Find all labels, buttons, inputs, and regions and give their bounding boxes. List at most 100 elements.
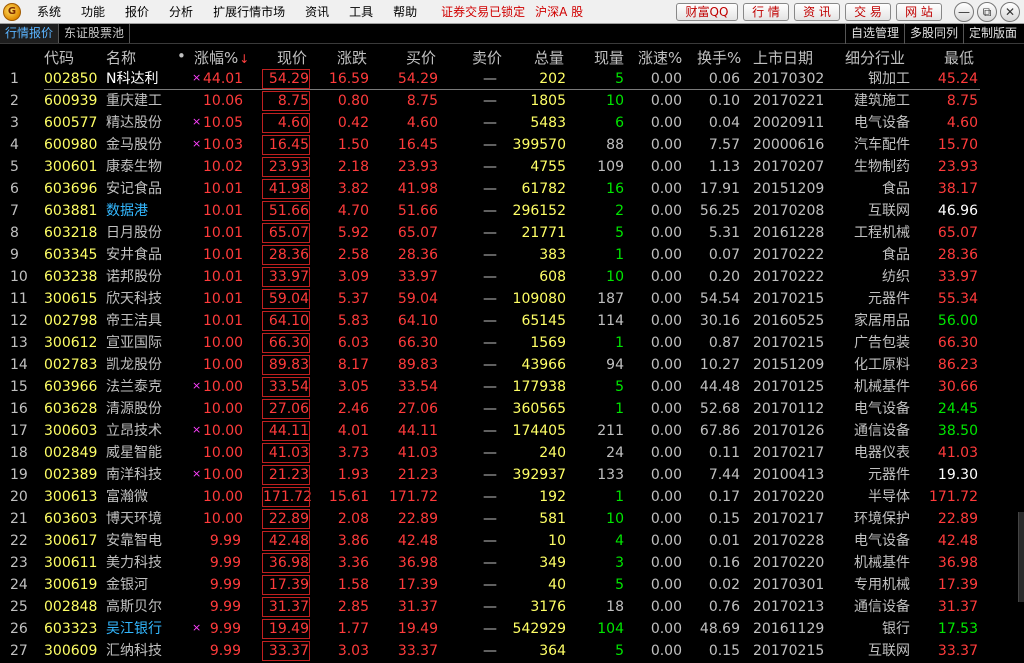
change-speed: 0.00: [650, 225, 682, 241]
news-button[interactable]: 资 讯: [794, 3, 840, 21]
table-row[interactable]: 26 603323 吴江银行 × 9.99 19.49 1.77 19.49 — 542929 10…: [0, 618, 1024, 640]
table-row[interactable]: 3 600577 精达股份 × 10.05 4.60 0.42 4.60 — 5483 6 0.00 0…: [0, 112, 1024, 134]
table-row[interactable]: 22 300617 安靠智电 9.99 42.48 3.86 42.48 — 10 4 0.00 0.…: [0, 530, 1024, 552]
current-volume: 5: [615, 643, 624, 659]
stock-name: 金马股份: [106, 137, 162, 153]
bid-price: 44.11: [397, 423, 438, 439]
trade-lock-status: 证券交易已锁定: [441, 5, 526, 19]
scrollbar[interactable]: [1018, 512, 1024, 602]
table-row[interactable]: 9 603345 安井食品 10.01 28.36 2.58 28.36 — 383 1 0.00 0…: [0, 244, 1024, 266]
tab-quote[interactable]: 行情报价: [0, 24, 60, 43]
table-row[interactable]: 14 002783 凯龙股份 10.00 89.83 8.17 89.83 — 43966 94 0…: [0, 354, 1024, 376]
table-row[interactable]: 24 300619 金银河 9.99 17.39 1.58 17.39 — 40 5 0.00 0.0…: [0, 574, 1024, 596]
table-row[interactable]: 17 300603 立昂技术 × 10.00 44.11 4.01 44.11 — 174405 2…: [0, 420, 1024, 442]
col-name[interactable]: 名称: [106, 47, 136, 68]
table-row[interactable]: 7 603881 数据港 10.01 51.66 4.70 51.66 — 296152 2 0.0…: [0, 200, 1024, 222]
table-row[interactable]: 15 603966 法兰泰克 × 10.00 33.54 3.05 33.54 — 177938 5…: [0, 376, 1024, 398]
listing-date: 20170222: [753, 269, 825, 285]
tab-multi-stock[interactable]: 多股同列: [904, 24, 963, 44]
col-bid[interactable]: 买价: [406, 47, 436, 68]
stock-code: 002389: [44, 467, 98, 483]
table-row[interactable]: 13 300612 宣亚国际 10.00 66.30 6.03 66.30—1569 1 0.0…: [0, 332, 1024, 354]
listing-date: 20170217: [753, 445, 825, 461]
table-row[interactable]: 8 603218 日月股份 10.01 65.07 5.92 65.07 — 21771 5 0.0…: [0, 222, 1024, 244]
table-row[interactable]: 23 300611 美力科技 9.99 36.98 3.36 36.98 — 349 3 0.00 0…: [0, 552, 1024, 574]
col-listing-date[interactable]: 上市日期: [753, 47, 813, 68]
table-row[interactable]: 5 300601 康泰生物 10.02 23.93 2.18 23.93 — 4755 109 0.…: [0, 156, 1024, 178]
low-price: 66.30: [937, 335, 978, 351]
menu-extended-market[interactable]: 扩展行情市场: [203, 0, 295, 24]
menu-function[interactable]: 功能: [71, 0, 115, 24]
menu-tools[interactable]: 工具: [339, 0, 383, 24]
ask-price: —: [483, 313, 497, 329]
menu-news[interactable]: 资讯: [295, 0, 339, 24]
current-volume: 109: [597, 159, 624, 175]
current-price: 4.60: [262, 113, 310, 133]
total-volume: 608: [539, 269, 566, 285]
col-code[interactable]: 代码: [44, 47, 74, 68]
ask-price: —: [483, 511, 497, 527]
col-pct-label: 涨幅%: [194, 49, 239, 67]
col-change[interactable]: 涨跌: [337, 47, 367, 68]
table-row[interactable]: 4 600980 金马股份 × 10.03 16.45 1.50 16.45 — 399570 88…: [0, 134, 1024, 156]
table-row[interactable]: 12 002798 帝王洁具 10.01 64.10 5.83 64.10 — 65145 114…: [0, 310, 1024, 332]
total-volume: 3176: [530, 599, 566, 615]
row-index: 21: [10, 511, 28, 527]
change-percent: 10.00: [203, 489, 244, 505]
table-row[interactable]: 18 002849 威星智能 10.00 41.03 3.73 41.03 — 240 24 0.0…: [0, 442, 1024, 464]
menu-system[interactable]: 系统: [27, 0, 71, 24]
tab-watchlist-manage[interactable]: 自选管理: [845, 24, 904, 44]
col-volume[interactable]: 总量: [534, 47, 564, 68]
tab-custom-layout[interactable]: 定制版面: [963, 24, 1022, 44]
current-volume: 4: [615, 533, 624, 549]
stock-name: 精达股份: [106, 115, 162, 131]
current-price: 59.04: [262, 289, 310, 309]
table-row[interactable]: 16 603628 清源股份 10.00 27.06 2.46 27.06—360565 1 0…: [0, 398, 1024, 420]
menu-help[interactable]: 帮助: [383, 0, 427, 24]
stock-code: 300611: [44, 555, 98, 571]
table-row[interactable]: 27 300609 汇纳科技 9.99 33.37 3.03 33.37 — 364 5 0.00 0…: [0, 640, 1024, 662]
app-logo-icon[interactable]: G: [3, 2, 21, 21]
minimize-icon[interactable]: —: [954, 2, 974, 22]
col-current-volume[interactable]: 现量: [594, 47, 624, 68]
table-row[interactable]: 6 603696 安记食品 10.01 41.98 3.82 41.98 — 61782 16 0.…: [0, 178, 1024, 200]
col-pct[interactable]: 涨幅%↓: [194, 47, 249, 68]
table-row[interactable]: 1 002850 N科达利 × 44.01 54.29 16.59 54.29 — 202 5 0.0…: [0, 68, 1024, 90]
change-speed: 0.00: [650, 643, 682, 659]
table-row[interactable]: 2 600939 重庆建工 10.06 8.75 0.80 8.75 — 1805 10 0.00 0…: [0, 90, 1024, 112]
row-index: 20: [10, 489, 28, 505]
table-row[interactable]: 11 300615 欣天科技 10.01 59.04 5.37 59.04 — 109080 18…: [0, 288, 1024, 310]
menu-quote[interactable]: 报价: [115, 0, 159, 24]
table-row[interactable]: 10 603238 诺邦股份 10.01 33.97 3.09 33.97 — 608 10 0.0…: [0, 266, 1024, 288]
tab-stock-pool[interactable]: 东证股票池: [59, 24, 131, 43]
col-price[interactable]: 现价: [277, 47, 307, 68]
table-row[interactable]: 19 002389 南洋科技 × 10.00 21.23 1.93 21.23 — 392937 1…: [0, 464, 1024, 486]
stock-name: 立昂技术: [106, 423, 162, 439]
website-button[interactable]: 网 站: [896, 3, 942, 21]
low-price: 30.66: [937, 379, 978, 395]
col-speed[interactable]: 涨速%: [638, 47, 682, 68]
turnover-rate: 54.54: [699, 291, 740, 307]
col-turnover[interactable]: 换手%: [697, 47, 741, 68]
menu-analysis[interactable]: 分析: [159, 0, 203, 24]
table-row[interactable]: 21 603603 博天环境 10.00 22.89 2.08 22.89 — 581 10 0.0…: [0, 508, 1024, 530]
low-price: 22.89: [937, 511, 978, 527]
col-ask[interactable]: 卖价: [472, 47, 502, 68]
col-low[interactable]: 最低: [944, 47, 974, 68]
restore-icon[interactable]: ⧉: [977, 2, 997, 22]
total-volume: 399570: [512, 137, 566, 153]
change-amount: 3.36: [337, 555, 369, 571]
industry: 工程机械: [854, 225, 910, 241]
market-button[interactable]: 行 情: [743, 3, 789, 21]
current-volume: 3: [615, 555, 624, 571]
trade-button[interactable]: 交 易: [845, 3, 891, 21]
col-industry[interactable]: 细分行业: [845, 47, 905, 68]
table-row[interactable]: 20 300613 富瀚微 10.00 171.72 15.61 171.72—192 1 0.…: [0, 486, 1024, 508]
current-price: 66.30: [262, 333, 310, 353]
close-icon[interactable]: ✕: [1000, 2, 1020, 22]
margin-mark: ×: [192, 379, 202, 392]
wealth-qq-button[interactable]: 财富QQ: [676, 3, 738, 21]
table-row[interactable]: 25 002848 高斯贝尔 9.99 31.37 2.85 31.37 — 3176 18 0.0…: [0, 596, 1024, 618]
col-dot: •: [177, 47, 186, 65]
current-volume: 5: [615, 225, 624, 241]
